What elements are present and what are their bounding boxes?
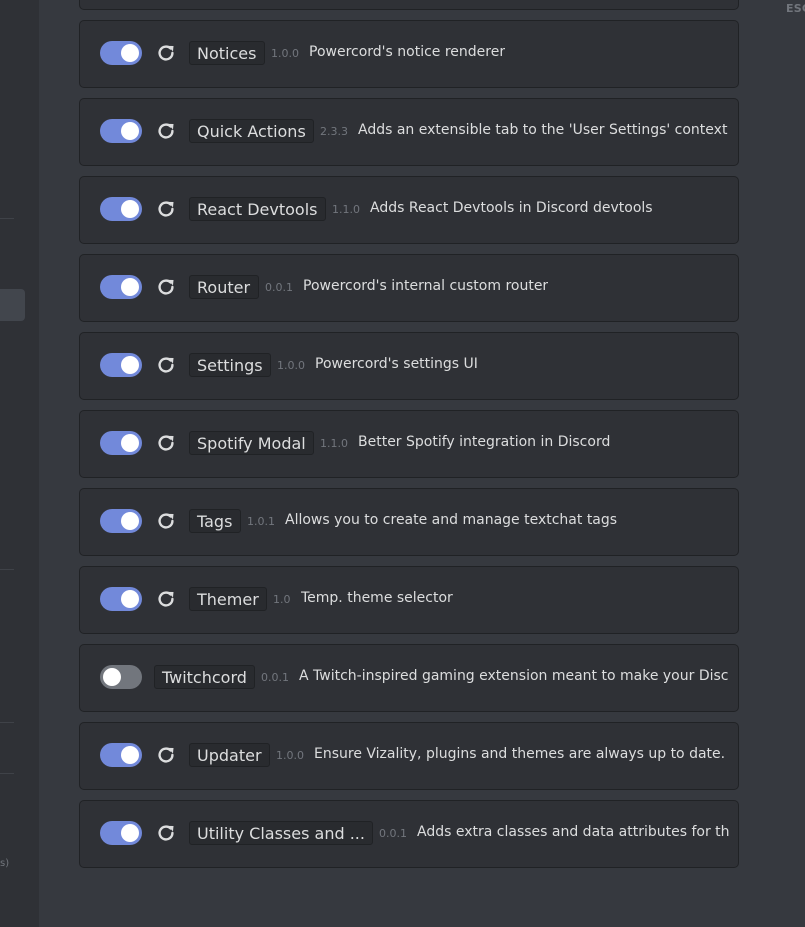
plugin-version: 0.0.1 [379, 827, 407, 840]
plugin-name: Tags [189, 509, 241, 533]
reload-icon[interactable] [155, 822, 177, 844]
plugins-settings-page: s) ESC Notices 1.0.0 Powercord's notice re… [0, 0, 805, 927]
plugin-name: Router [189, 275, 259, 299]
sidebar-divider [0, 569, 14, 570]
plugin-name: Utility Classes and ... [189, 821, 373, 845]
sidebar-text-fragment: s) [0, 858, 10, 869]
plugin-version: 1.0.1 [247, 515, 275, 528]
toggle-knob [121, 356, 139, 374]
toggle-knob [103, 668, 121, 686]
plugin-card: Tags 1.0.1 Allows you to create and manage… [79, 488, 739, 556]
reload-icon[interactable] [155, 432, 177, 454]
plugin-name: Themer [189, 587, 267, 611]
plugin-description: Adds React Devtools in Discord devtools [370, 200, 653, 216]
plugin-name: Settings [189, 353, 271, 377]
plugin-description: Powercord's notice renderer [309, 44, 506, 60]
plugin-enable-toggle[interactable] [100, 587, 142, 611]
plugin-enable-toggle[interactable] [100, 431, 142, 455]
plugin-enable-toggle[interactable] [100, 821, 142, 845]
plugin-version: 1.0.0 [271, 47, 299, 60]
plugin-name: Quick Actions [189, 119, 314, 143]
plugin-description: Allows you to create and manage textchat… [285, 512, 618, 528]
toggle-knob [121, 746, 139, 764]
plugin-version: 1.1.0 [332, 203, 360, 216]
toggle-knob [121, 824, 139, 842]
plugin-description: Better Spotify integration in Discord [358, 434, 611, 450]
toggle-knob [121, 434, 139, 452]
plugin-card: Quick Actions 2.3.3 Adds an extensible tab… [79, 98, 739, 166]
plugin-description: Powercord's internal custom router [303, 278, 549, 294]
plugin-description: Adds extra classes and data attributes f… [417, 824, 730, 840]
toggle-knob [121, 44, 139, 62]
plugin-enable-toggle[interactable] [100, 353, 142, 377]
plugin-version: 1.0.0 [277, 359, 305, 372]
plugin-enable-toggle[interactable] [100, 509, 142, 533]
plugin-name: React Devtools [189, 197, 326, 221]
plugin-card: Router 0.0.1 Powercord's internal custom r… [79, 254, 739, 322]
toggle-knob [121, 122, 139, 140]
plugin-version: 1.0.0 [276, 749, 304, 762]
sidebar-divider [0, 722, 14, 723]
plugin-version: 1.0 [273, 593, 291, 606]
plugin-enable-toggle[interactable] [100, 197, 142, 221]
plugin-card: Utility Classes and ... 0.0.1 Adds extra c… [79, 800, 739, 868]
plugin-version: 2.3.3 [320, 125, 348, 138]
plugin-version: 0.0.1 [261, 671, 289, 684]
close-esc-label[interactable]: ESC [786, 2, 805, 15]
plugin-card: React Devtools 1.1.0 Adds React Devtools i… [79, 176, 739, 244]
plugin-card: Spotify Modal 1.1.0 Better Spotify integra… [79, 410, 739, 478]
toggle-knob [121, 200, 139, 218]
plugin-enable-toggle[interactable] [100, 665, 142, 689]
sidebar-divider [0, 773, 14, 774]
plugin-name: Spotify Modal [189, 431, 314, 455]
toggle-knob [121, 278, 139, 296]
reload-icon[interactable] [155, 354, 177, 376]
plugin-card: Themer 1.0 Temp. theme selector [79, 566, 739, 634]
plugin-card: Notices 1.0.0 Powercord's notice renderer [79, 20, 739, 88]
plugin-enable-toggle[interactable] [100, 41, 142, 65]
settings-sidebar: s) [0, 0, 39, 927]
plugin-card-partial [79, 0, 739, 10]
reload-icon[interactable] [155, 588, 177, 610]
plugin-version: 0.0.1 [265, 281, 293, 294]
reload-icon[interactable] [155, 510, 177, 532]
plugin-enable-toggle[interactable] [100, 275, 142, 299]
reload-icon[interactable] [155, 276, 177, 298]
plugin-version: 1.1.0 [320, 437, 348, 450]
plugin-card: Settings 1.0.0 Powercord's settings UI [79, 332, 739, 400]
reload-icon[interactable] [155, 42, 177, 64]
plugin-name: Notices [189, 41, 265, 65]
reload-icon[interactable] [155, 120, 177, 142]
plugin-description: Powercord's settings UI [315, 356, 478, 372]
sidebar-divider [0, 218, 14, 219]
toggle-knob [121, 512, 139, 530]
reload-icon[interactable] [155, 744, 177, 766]
plugin-description: Adds an extensible tab to the 'User Sett… [358, 122, 730, 138]
toggle-knob [121, 590, 139, 608]
plugin-name: Updater [189, 743, 270, 767]
reload-icon[interactable] [155, 198, 177, 220]
plugin-card: Updater 1.0.0 Ensure Vizality, plugins and… [79, 722, 739, 790]
plugin-description: A Twitch-inspired gaming extension meant… [299, 668, 730, 684]
plugin-enable-toggle[interactable] [100, 119, 142, 143]
plugin-enable-toggle[interactable] [100, 743, 142, 767]
plugin-card: Twitchcord 0.0.1 A Twitch-inspired gaming … [79, 644, 739, 712]
plugin-description: Temp. theme selector [301, 590, 453, 606]
sidebar-item-selected[interactable] [0, 289, 25, 321]
plugin-description: Ensure Vizality, plugins and themes are … [314, 746, 726, 762]
plugin-name: Twitchcord [154, 665, 255, 689]
